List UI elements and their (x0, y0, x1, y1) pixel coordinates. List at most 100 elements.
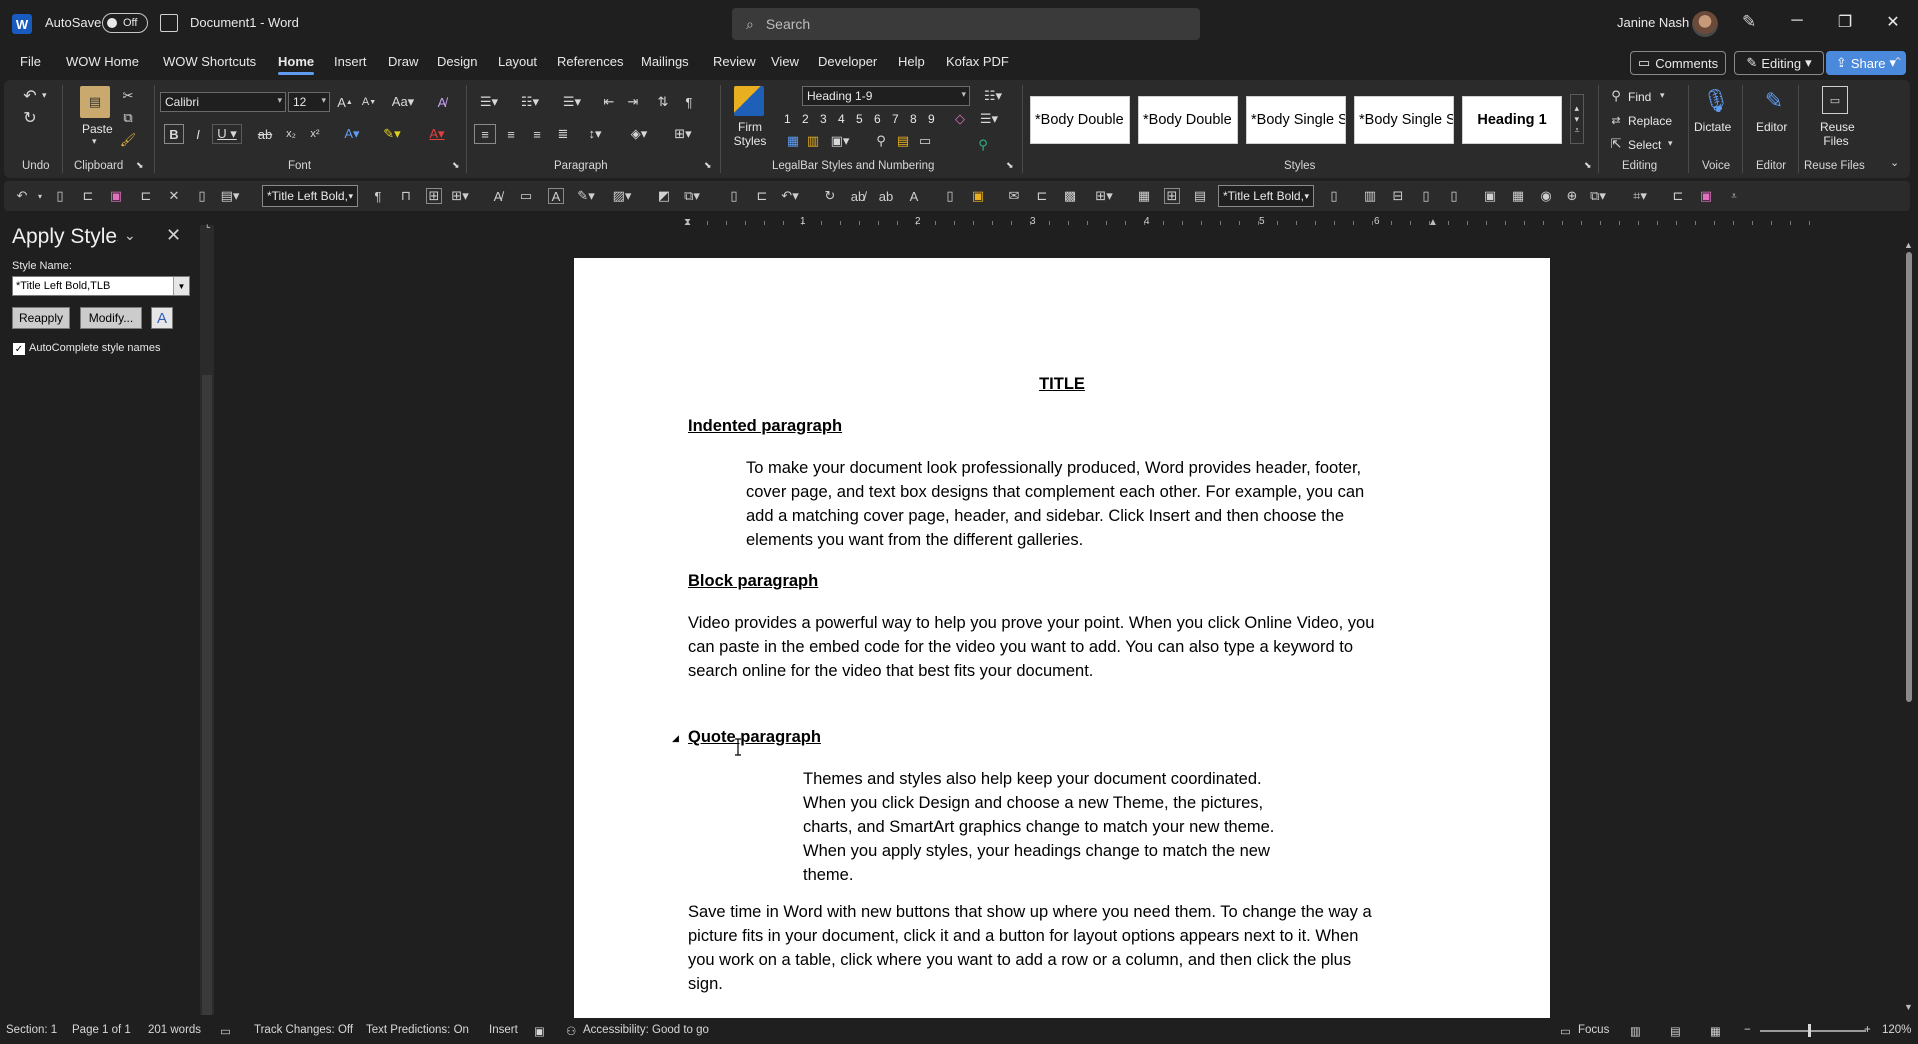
dialog-launcher-icon[interactable]: ⬊ (136, 160, 144, 171)
reuse-files-icon[interactable]: ▭ (1822, 86, 1848, 114)
align-right-icon[interactable]: ≡ (528, 124, 546, 144)
tab-draw[interactable]: Draw (388, 54, 418, 69)
select-icon[interactable]: ⇱ (1608, 136, 1624, 152)
search-box[interactable]: ⌕ Search (732, 8, 1200, 40)
minimize-icon[interactable]: ─ (1774, 12, 1820, 30)
size-icon[interactable]: ▯ (1446, 188, 1462, 204)
scroll-up-icon[interactable]: ▲ (1904, 240, 1913, 250)
chevron-down-icon[interactable]: ▾ (1668, 138, 1673, 149)
arrange-icon[interactable]: ⧉▾ (1590, 188, 1606, 204)
folder-icon[interactable]: ⊏ (138, 188, 154, 204)
accessibility-icon[interactable]: ⚇ (566, 1024, 576, 1038)
right-indent-marker-icon[interactable]: ▲ (1428, 217, 1438, 228)
paragraph-last[interactable]: Save time in Word with new buttons that … (688, 900, 1372, 996)
read-mode-icon[interactable]: ▥ (1630, 1024, 1641, 1038)
document-icon[interactable]: ▭ (916, 132, 934, 150)
style-tile-body-single-2[interactable]: *Body Single S (1354, 96, 1454, 144)
draw-icon[interactable]: ✎▾ (577, 188, 594, 204)
zoom-in-icon[interactable]: + (1864, 1024, 1871, 1036)
find-doc-icon[interactable]: ▯ (942, 188, 958, 204)
save-2-icon[interactable]: ▣ (1698, 188, 1714, 204)
select-label[interactable]: Select (1628, 138, 1661, 152)
eraser-icon[interactable]: ◇ (952, 110, 968, 128)
view-gridlines-icon[interactable]: ⊞ (1164, 188, 1180, 204)
tab-design[interactable]: Design (437, 54, 477, 69)
underline-icon[interactable]: U ▾ (212, 124, 242, 144)
italic-ab-icon[interactable]: ab (878, 188, 894, 204)
tab-wow-shortcuts[interactable]: WOW Shortcuts (163, 54, 256, 69)
status-track-changes[interactable]: Track Changes: Off (254, 1024, 353, 1036)
close-icon[interactable]: ✕ (1870, 12, 1916, 32)
change-case-icon[interactable]: Aa▾ (390, 92, 416, 112)
tab-view[interactable]: View (771, 54, 799, 69)
styles-gallery-scroll[interactable]: ▴ ▾ ⩡ (1570, 94, 1584, 144)
format-painter-icon[interactable]: 🖌 (120, 132, 137, 148)
user-name[interactable]: Janine Nash (1617, 15, 1689, 30)
undo-icon[interactable]: ↶ (20, 86, 40, 106)
customize-qat-icon[interactable]: ⩡ (1726, 188, 1742, 204)
font-name-combo[interactable]: Calibri ▾ (160, 92, 286, 112)
subscript-icon[interactable]: x₂ (284, 124, 298, 144)
shading-icon[interactable]: ◈▾ (624, 124, 654, 144)
doc-icon[interactable]: ▯ (726, 188, 742, 204)
magnify-icon[interactable]: ⚲ (872, 132, 890, 150)
replace-label[interactable]: Replace (1628, 114, 1672, 128)
insert-table-icon[interactable]: ⊞▾ (451, 188, 468, 204)
columns-icon[interactable]: ▥ (1362, 188, 1378, 204)
replace-icon[interactable]: ⇄ (1608, 112, 1624, 128)
paste-label[interactable]: Paste (82, 122, 113, 136)
pen-icon[interactable]: ✎ (1742, 12, 1756, 32)
restore-icon[interactable]: ❐ (1822, 12, 1868, 32)
autocomplete-checkbox[interactable]: ✓ (13, 343, 25, 355)
track-icon[interactable]: ⧉▾ (684, 188, 700, 204)
split-icon[interactable]: ▯ (1418, 188, 1434, 204)
status-zoom[interactable]: 120% (1882, 1024, 1911, 1036)
numbering-level-6[interactable]: 6 (874, 112, 881, 126)
clear-formatting-icon[interactable]: A̸ (432, 92, 452, 112)
bold-icon[interactable]: B (164, 124, 184, 144)
paragraph-indented[interactable]: To make your document look professionall… (746, 456, 1364, 552)
tab-kofax-pdf[interactable]: Kofax PDF (946, 54, 1009, 69)
grow-font-icon[interactable]: A ▲ (336, 92, 354, 112)
comments-button[interactable]: ▭ Comments (1630, 51, 1726, 75)
proofing-icon[interactable]: ▭ (220, 1024, 231, 1038)
scrollbar-thumb[interactable] (1906, 252, 1912, 702)
table-icon[interactable]: ⊞▾ (1095, 188, 1112, 204)
close-icon[interactable]: ✕ (166, 225, 181, 246)
superscript-icon[interactable]: x² (308, 124, 322, 144)
save-icon[interactable]: ▣ (108, 188, 124, 204)
chevron-down-icon[interactable]: ▾ (1660, 90, 1665, 101)
paragraph-quote[interactable]: Themes and styles also help keep your do… (803, 767, 1274, 887)
firm-styles-label[interactable]: Firm Styles (728, 120, 772, 148)
connector-icon[interactable]: ⚲ (974, 136, 992, 154)
numbering-level-8[interactable]: 8 (910, 112, 917, 126)
new-document-icon[interactable]: ▯ (52, 188, 68, 204)
copy-icon[interactable]: ⧉ (120, 110, 136, 126)
chevron-down-icon[interactable]: ▼ (173, 277, 189, 295)
clipboard-icon[interactable]: ▤ (894, 132, 912, 150)
status-text-predictions[interactable]: Text Predictions: On (366, 1024, 469, 1036)
borders-icon[interactable]: ⊞▾ (668, 124, 698, 144)
status-section[interactable]: Section: 1 (6, 1024, 57, 1036)
dictate-label[interactable]: Dictate (1694, 120, 1731, 134)
doc-title[interactable]: TITLE (574, 372, 1550, 396)
print-layout-icon[interactable]: ▤ (1670, 1024, 1681, 1038)
increase-indent-icon[interactable]: ⇥ (624, 92, 642, 112)
numbering-level-5[interactable]: 5 (856, 112, 863, 126)
undo-icon[interactable]: ↶ (14, 188, 30, 204)
show-marks-icon[interactable]: ¶ (370, 188, 386, 204)
status-accessibility[interactable]: Accessibility: Good to go (583, 1024, 709, 1036)
list-options-icon[interactable]: ☰▾ (974, 110, 1004, 128)
heading-indented[interactable]: Indented paragraph (688, 414, 842, 438)
tab-references[interactable]: References (557, 54, 623, 69)
style-tile-body-double-2[interactable]: *Body Double (1138, 96, 1238, 144)
find-icon[interactable]: ⚲ (1608, 88, 1624, 104)
font-size-combo[interactable]: 12 ▾ (288, 92, 330, 112)
chevron-down-icon[interactable]: ⌄ (124, 227, 136, 244)
status-insert-mode[interactable]: Insert (489, 1024, 518, 1036)
highlight-icon[interactable]: ✎▾ (376, 124, 408, 144)
toc-icon[interactable]: ▦ (784, 132, 802, 150)
justify-icon[interactable]: ≣ (554, 124, 572, 144)
numbering-level-1[interactable]: 1 (784, 112, 791, 126)
decrease-indent-icon[interactable]: ⇤ (600, 92, 618, 112)
